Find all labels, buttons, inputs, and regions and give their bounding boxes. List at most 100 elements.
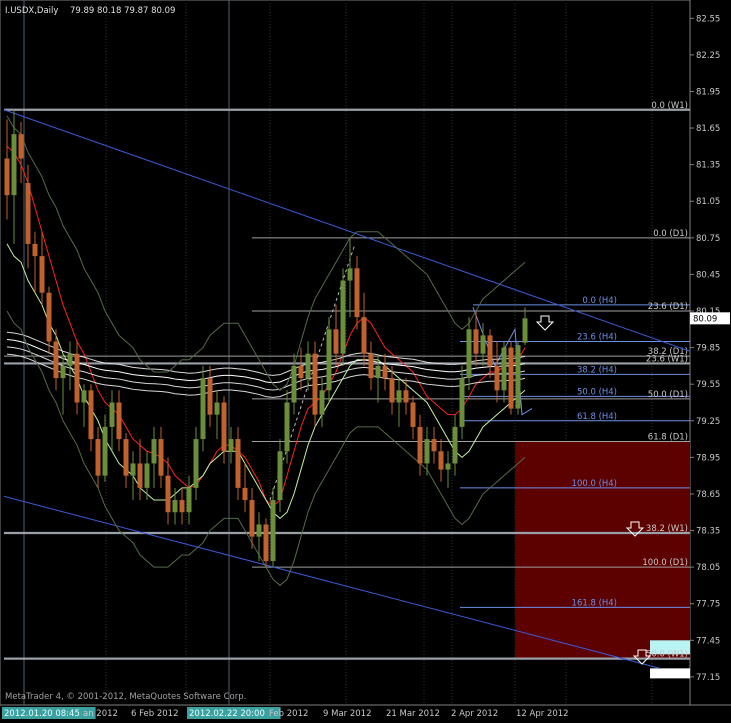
price-tick-label: 77.75	[696, 600, 720, 610]
price-tick-label: 82.55	[696, 14, 720, 24]
candle-bull	[186, 487, 192, 513]
candle-bull	[424, 439, 430, 464]
candle-bull	[270, 500, 276, 562]
chart-window[interactable]: 0.0 (W1) 0.0 (D1) 0.0 (H4) 23.6 (D1) 23.6 (H…	[0, 0, 731, 723]
fib-label: 61.8 (D1)	[648, 433, 688, 443]
candle-bull	[11, 134, 17, 196]
envelope-upper	[6, 115, 526, 391]
candle-bull	[151, 439, 157, 464]
time-tick-label: 6 Feb 2012	[131, 709, 179, 719]
fib-label: 50.0 (D1)	[648, 390, 688, 400]
time-tick-label: 21 Mar 2012	[386, 709, 440, 719]
candle-bear	[410, 402, 416, 427]
candle-bull	[130, 463, 136, 476]
down-arrow-h4	[535, 315, 555, 331]
ma-band-line	[6, 346, 526, 391]
candle-bear	[165, 475, 171, 513]
candle-bear	[39, 256, 45, 293]
candle-bull	[200, 378, 206, 440]
candle-bull	[291, 365, 297, 403]
candle-bear	[95, 439, 101, 476]
candle-bull	[144, 463, 150, 488]
candle-bear	[46, 292, 52, 342]
candle-bear	[32, 243, 38, 257]
white-target-box	[650, 668, 690, 679]
candle-bull	[193, 439, 199, 488]
candle-bull	[375, 365, 381, 379]
candle-bull	[228, 439, 234, 452]
fib-label: 38.2 (W1)	[646, 524, 688, 534]
candle-bear	[25, 182, 31, 244]
candle-bear	[487, 335, 493, 366]
price-tick-label: 81.05	[696, 197, 720, 207]
candle-bear	[179, 500, 185, 513]
candle-bear	[312, 353, 318, 415]
candle-bull	[256, 524, 262, 537]
fib-label: 0.0 (H4)	[582, 296, 617, 306]
candle-bull	[396, 390, 402, 403]
candle-bull	[172, 500, 178, 513]
candle-bear	[389, 378, 395, 403]
candle-bear	[207, 378, 213, 415]
red-target-zone	[515, 441, 690, 659]
candle-bear	[494, 365, 500, 391]
candle-bull	[81, 390, 87, 403]
candle-bear	[242, 487, 248, 501]
candle-bear	[417, 426, 423, 464]
price-tick-label: 77.45	[696, 636, 720, 646]
candle-bear	[354, 268, 360, 318]
time-axis: 2012.01.20 08:45 an 2012 6 Feb 2012 2012.02…	[2, 707, 569, 719]
fib-label: 0.0 (W1)	[651, 101, 688, 111]
copyright-label: MetaTrader 4, © 2001-2012, MetaQuotes So…	[5, 692, 246, 702]
price-tick-label: 81.35	[696, 161, 720, 171]
candle-bear	[235, 439, 241, 488]
candle-bear	[137, 463, 143, 488]
time-tick-label: an 2012	[83, 709, 118, 719]
chart-symbol-label: I.USDX,Daily	[5, 6, 58, 16]
candle-bear	[4, 158, 10, 196]
candle-bull	[522, 318, 528, 343]
candle-bear	[298, 365, 304, 379]
candle-bear	[382, 365, 388, 379]
candle-bull	[305, 353, 311, 379]
candle-bear	[263, 524, 269, 562]
time-tick-label: 2 Apr 2012	[451, 709, 498, 719]
candle-bear	[368, 353, 374, 379]
price-axis: 82.55 82.25 81.95 81.65 81.35 81.05 80.75 80.45…	[690, 14, 720, 683]
sma-green-line	[6, 243, 526, 520]
price-tick-label: 81.65	[696, 124, 720, 134]
candlestick-chart[interactable]: 0.0 (W1) 0.0 (D1) 0.0 (H4) 23.6 (D1) 23.6 (H…	[0, 0, 731, 723]
price-tick-label: 79.55	[696, 380, 720, 390]
candle-bear	[333, 329, 339, 354]
candle-bear	[361, 317, 367, 354]
price-tick-label: 79.85	[696, 344, 720, 354]
ema-red-line	[6, 145, 526, 507]
time-tick-label: 12 Apr 2012	[516, 709, 569, 719]
price-tick-label: 78.05	[696, 563, 720, 573]
price-tick-label: 78.95	[696, 453, 720, 463]
price-tick-label: 78.35	[696, 527, 720, 537]
candle-bull	[277, 451, 283, 501]
fib-label: 23.6 (W1)	[646, 354, 688, 364]
indicator-lines	[6, 115, 526, 587]
candle-bear	[249, 500, 255, 537]
candle-bear	[221, 402, 227, 452]
candle-bull	[515, 345, 521, 409]
current-price-label: 80.09	[693, 314, 717, 324]
candle-bull	[102, 426, 108, 476]
candle-bull	[340, 280, 346, 354]
candle-bear	[438, 451, 444, 470]
candle-bull	[60, 365, 66, 379]
candle-bull	[109, 402, 115, 427]
candle-bull	[214, 402, 220, 415]
time-tick-label: Feb 2012	[269, 709, 308, 719]
ma-band-line	[6, 331, 526, 376]
candle-bull	[459, 378, 465, 427]
time-tick-label: 9 Mar 2012	[323, 709, 371, 719]
time-tick-label: 2012.01.20 08:45	[4, 709, 80, 719]
candle-bear	[158, 439, 164, 476]
time-tick-label: 2012.02.22 20:00	[189, 709, 265, 719]
candle-bull	[445, 463, 451, 470]
candle-bull	[326, 329, 332, 391]
candle-bull	[284, 402, 290, 452]
